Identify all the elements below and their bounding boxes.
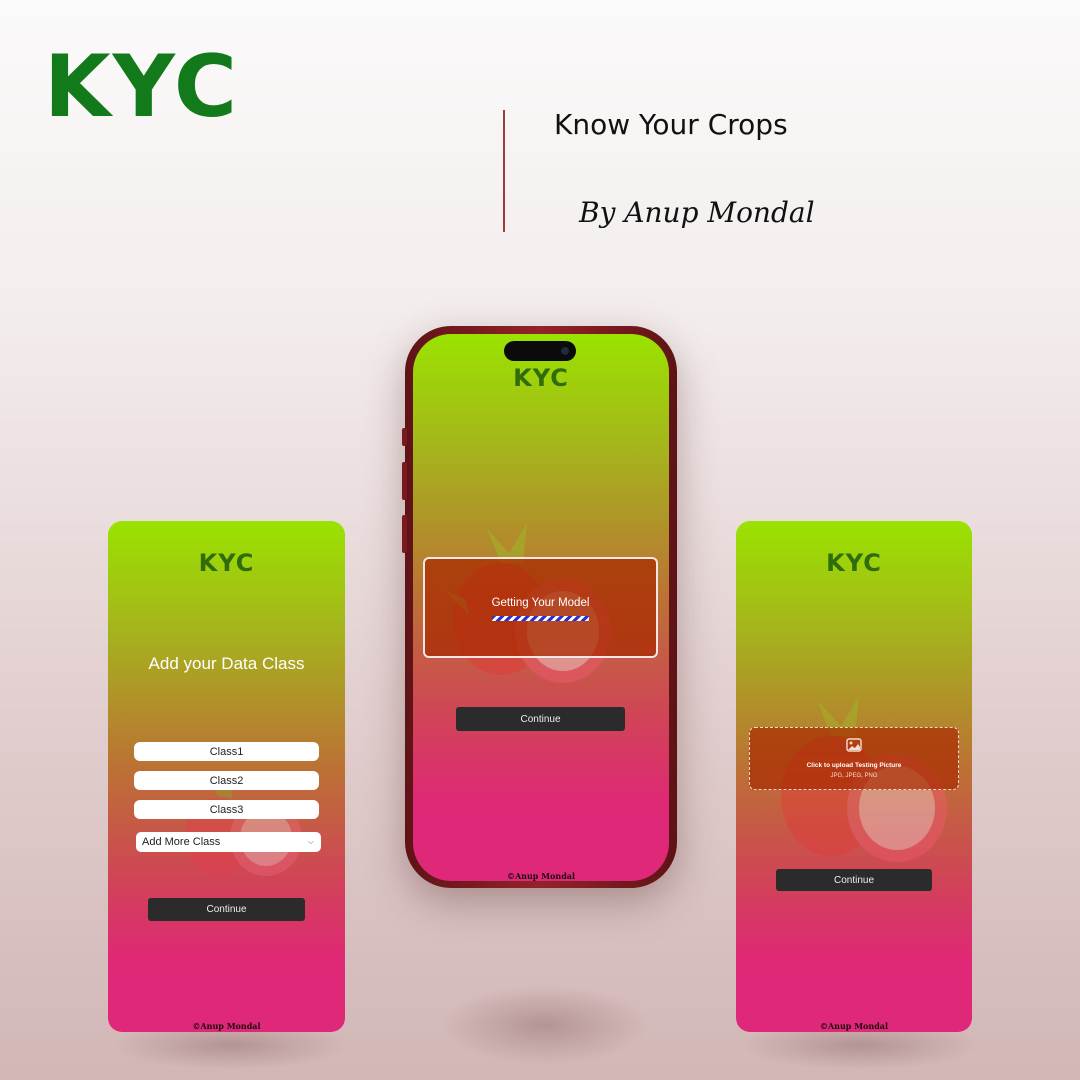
phone-side-button [402, 428, 407, 446]
chevron-down-icon: ⌵ [307, 837, 314, 846]
dragon-fruit-illustration [184, 776, 302, 876]
screen-heading: Add your Data Class [148, 654, 305, 673]
image-icon [846, 738, 862, 752]
brand-author: By Anup Mondal [579, 196, 815, 229]
upload-dropzone[interactable]: Click to upload Testing Picture JPG, JPE… [749, 727, 959, 790]
loading-text: Getting Your Model [491, 597, 590, 609]
continue-button[interactable]: Continue [776, 869, 932, 891]
continue-button[interactable]: Continue [148, 898, 305, 921]
add-more-class-select[interactable]: Add More Class ⌵ [136, 832, 321, 852]
app-logo: KYC [513, 364, 569, 392]
footer-credit: ©Anup Mondal [506, 871, 576, 881]
continue-button[interactable]: Continue [456, 707, 625, 731]
footer-credit: ©Anup Mondal [819, 1021, 889, 1031]
app-logo: KYC [826, 549, 882, 577]
brand-title: Know Your Crops [554, 108, 788, 141]
upload-label: Click to upload Testing Picture [806, 762, 902, 769]
getting-model-screen: KYC Getting Your Model Continue ©Anup Mo… [413, 334, 669, 881]
progress-bar [492, 616, 589, 621]
class-input-1[interactable] [134, 742, 319, 761]
center-phone-shadow [440, 985, 650, 1065]
phone-volume-up [402, 462, 407, 500]
dynamic-island [504, 341, 576, 361]
upload-picture-screen: KYC Click to upload Testing Picture JPG,… [736, 521, 972, 1032]
footer-credit: ©Anup Mondal [192, 1021, 261, 1031]
add-more-class-label: Add More Class [142, 836, 221, 848]
class-input-3[interactable] [134, 800, 319, 819]
upload-file-types: JPG, JPEG, PNG [830, 773, 878, 779]
phone-volume-down [402, 515, 407, 553]
camera-icon [561, 347, 569, 355]
brand-divider [503, 110, 505, 232]
loading-modal: Getting Your Model [423, 557, 658, 658]
brand-logo: KYC [44, 37, 239, 137]
app-logo: KYC [198, 549, 255, 577]
add-data-class-screen: KYC Add your Data Class Add More Class ⌵… [108, 521, 345, 1032]
class-input-2[interactable] [134, 771, 319, 790]
